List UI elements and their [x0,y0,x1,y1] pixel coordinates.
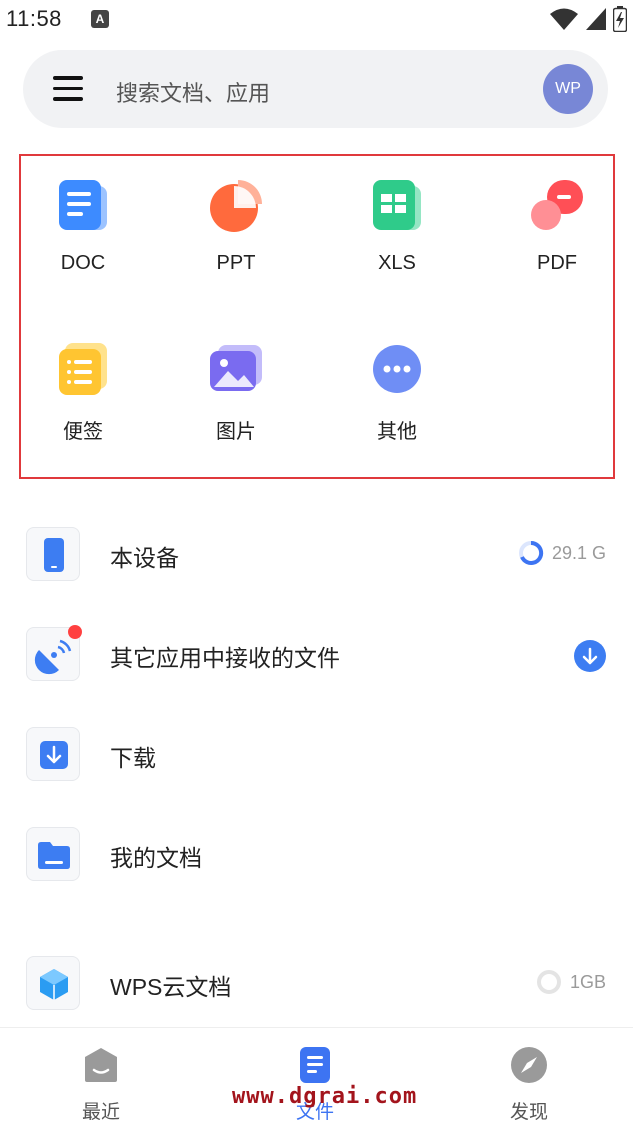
tab-label: 发现 [509,1102,548,1123]
category-doc[interactable]: DOC [23,178,143,275]
satellite-icon [26,625,82,681]
download-icon [26,727,80,781]
category-label: DOC [60,252,106,274]
category-pdf[interactable]: PDF [497,178,617,275]
more-icon [369,341,425,397]
tab-label: 最近 [81,1102,120,1123]
phone-icon [26,527,80,581]
list-item-received-files[interactable]: 其它应用中接收的文件 [0,613,633,693]
image-icon [208,341,264,397]
download-action[interactable] [574,640,606,672]
category-label: XLS [378,252,416,274]
recent-icon [85,1048,117,1082]
category-label: 图片 [216,421,256,443]
category-label: 便签 [63,421,103,443]
battery-icon [613,6,627,32]
list-item-device[interactable]: 本设备 29.1 G [0,513,633,593]
wifi-icon [550,8,578,30]
bottom-nav: 最近 文件 发现 [0,1028,633,1135]
pdf-icon [529,178,585,234]
notification-a-icon: A [91,10,109,28]
cloud-storage-ring-icon [536,970,561,994]
ppt-icon [208,178,264,234]
cloud-cube-icon [26,956,80,1010]
list-item-my-documents[interactable]: 我的文档 [0,813,633,893]
folder-icon [26,827,80,881]
signal-icon [586,8,606,30]
file-category-grid: DOC PPT XLS PDF 便签 图片 其他 [19,154,615,479]
status-icons [549,6,627,32]
category-other[interactable]: 其他 [337,341,457,444]
search-input[interactable]: 搜索文档、应用 [116,76,270,108]
category-label: 其他 [377,421,417,443]
list-item-label: 下载 [110,745,156,771]
status-bar: 11:58 A [0,0,633,40]
doc-icon [55,178,111,234]
status-time: 11:58 [6,6,62,31]
storage-ring-icon [518,540,544,565]
category-label: PPT [216,252,256,274]
category-note[interactable]: 便签 [23,341,143,444]
unread-badge [68,625,82,639]
list-item-label: 本设备 [110,545,179,571]
storage-size: 29.1 G [551,542,606,563]
list-item-label: WPS云文档 [110,974,232,1000]
category-image[interactable]: 图片 [176,341,296,444]
cloud-storage-info: 1GB [536,969,606,995]
category-xls[interactable]: XLS [337,178,457,275]
tab-discover[interactable]: 发现 [469,1046,589,1124]
xls-icon [369,178,425,234]
category-label: PDF [537,252,577,274]
avatar[interactable]: WP [543,64,593,114]
search-bar[interactable]: 搜索文档、应用 WP [23,50,608,128]
watermark: www.dgrai.com [232,1084,418,1109]
files-icon [300,1047,330,1083]
compass-icon [511,1047,547,1083]
list-item-label: 其它应用中接收的文件 [110,645,340,671]
list-item-label: 我的文档 [110,845,202,871]
download-circle-icon[interactable] [574,640,606,672]
cloud-storage-size: 1GB [569,971,606,992]
list-item-download[interactable]: 下载 [0,713,633,793]
menu-icon[interactable] [53,76,83,102]
storage-info: 29.1 G [518,540,606,566]
tab-recent[interactable]: 最近 [41,1046,161,1124]
list-item-wps-cloud[interactable]: WPS云文档 1GB [0,942,633,1022]
note-icon [55,341,111,397]
category-ppt[interactable]: PPT [176,178,296,275]
